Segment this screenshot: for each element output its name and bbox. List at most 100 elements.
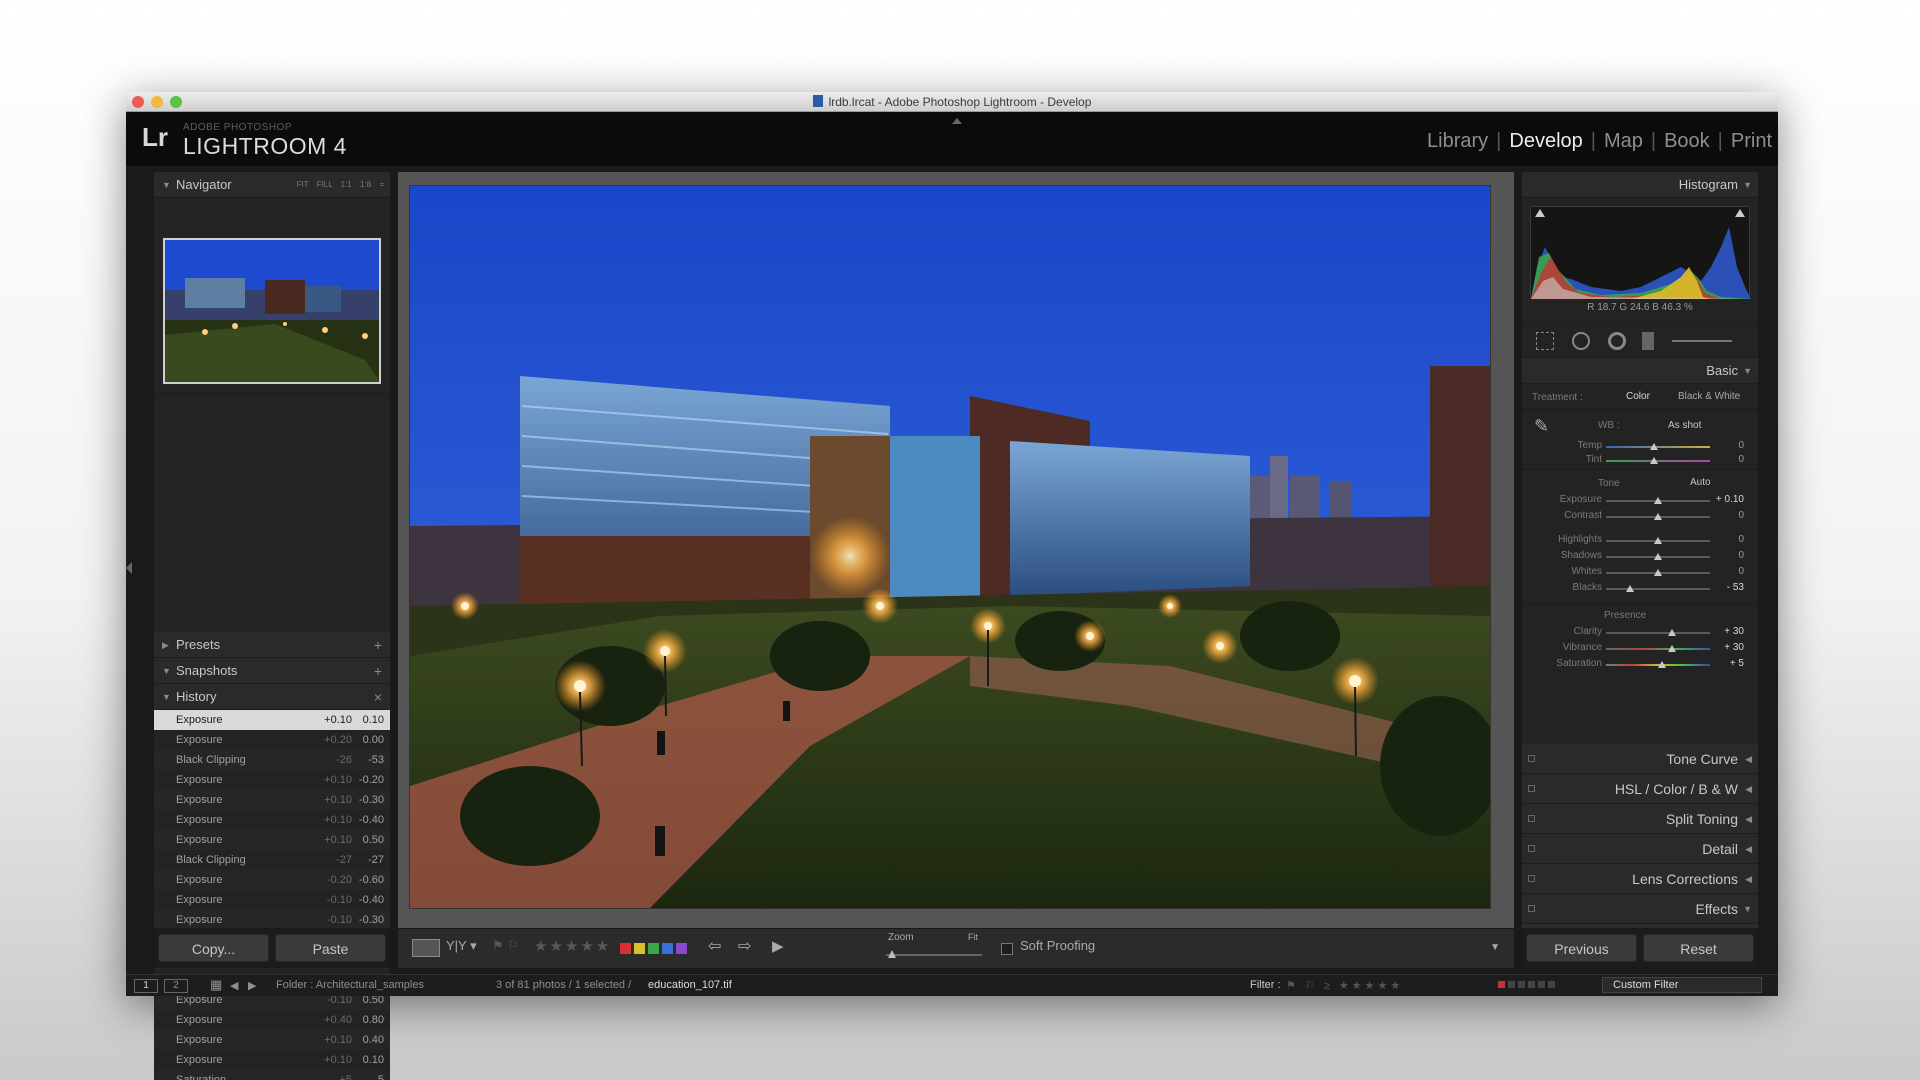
- history-step[interactable]: Exposure +0.10 -0.20: [154, 770, 390, 790]
- collapse-left-panel-icon[interactable]: [126, 562, 132, 574]
- shadow-clipping-indicator[interactable]: [1535, 209, 1545, 217]
- clarity-slider-handle[interactable]: [1668, 629, 1676, 636]
- exposure-value[interactable]: + 0.10: [1714, 494, 1744, 505]
- presets-header[interactable]: ▶ Presets +: [154, 632, 390, 658]
- highlights-value[interactable]: 0: [1714, 534, 1744, 545]
- blacks-slider-handle[interactable]: [1626, 585, 1634, 592]
- red-eye-tool-icon[interactable]: [1608, 332, 1626, 350]
- before-after-view-button[interactable]: Y|Y ▾: [446, 938, 477, 954]
- toolbar-menu-icon[interactable]: ▼: [1490, 942, 1500, 953]
- navigator-thumbnail[interactable]: [163, 238, 381, 384]
- loupe-view-button[interactable]: [412, 939, 440, 957]
- history-step[interactable]: Exposure +0.10 -0.30: [154, 790, 390, 810]
- treatment-color-option[interactable]: Color: [1626, 391, 1650, 402]
- contrast-slider-handle[interactable]: [1654, 513, 1662, 520]
- panel-header-4[interactable]: Lens Corrections ◀: [1522, 864, 1758, 894]
- folder-source[interactable]: Folder : Architectural_samples: [276, 979, 424, 991]
- tint-value[interactable]: 0: [1714, 454, 1744, 465]
- highlight-clipping-indicator[interactable]: [1735, 209, 1745, 217]
- panel-toggle-switch[interactable]: [1528, 845, 1535, 852]
- snapshots-header[interactable]: ▼ Snapshots +: [154, 658, 390, 684]
- panel-toggle-switch[interactable]: [1528, 905, 1535, 912]
- history-step[interactable]: Exposure -0.20 -0.60: [154, 870, 390, 890]
- history-step[interactable]: Exposure +0.10 0.50: [154, 830, 390, 850]
- whites-value[interactable]: 0: [1714, 566, 1744, 577]
- collapse-top-panel-icon[interactable]: [952, 118, 962, 124]
- color-label-purple[interactable]: [676, 943, 687, 954]
- tint-slider-handle[interactable]: [1650, 457, 1658, 464]
- temp-slider[interactable]: [1606, 446, 1710, 448]
- wb-eyedropper-icon[interactable]: ✎: [1534, 416, 1549, 437]
- panel-header-5[interactable]: Effects ▼: [1522, 894, 1758, 924]
- paste-settings-button[interactable]: Paste: [275, 934, 386, 962]
- filter-color-labels[interactable]: [1498, 981, 1555, 988]
- flag-icons[interactable]: ⚑ ⚐: [492, 938, 519, 954]
- clear-history-icon[interactable]: ×: [374, 684, 382, 710]
- zoom-slider[interactable]: [886, 954, 982, 956]
- saturation-value[interactable]: + 5: [1714, 658, 1744, 669]
- module-develop[interactable]: Develop: [1509, 130, 1582, 153]
- previous-photo-icon[interactable]: ⇦: [708, 936, 721, 956]
- history-step[interactable]: Exposure +0.10 -0.40: [154, 810, 390, 830]
- panel-toggle-switch[interactable]: [1528, 875, 1535, 882]
- wb-preset-select[interactable]: As shot: [1668, 420, 1701, 431]
- main-photo[interactable]: [410, 186, 1490, 908]
- forward-arrow-icon[interactable]: ▶: [248, 979, 256, 992]
- history-step[interactable]: Exposure +0.10 0.40: [154, 1030, 390, 1050]
- treatment-bw-option[interactable]: Black & White: [1678, 391, 1740, 402]
- module-map[interactable]: Map: [1604, 130, 1643, 153]
- selected-file-name[interactable]: education_107.tif: [648, 979, 732, 991]
- star-rating[interactable]: ★★★★★: [534, 937, 611, 955]
- exposure-slider-handle[interactable]: [1654, 497, 1662, 504]
- history-step[interactable]: Exposure +0.10 0.10: [154, 1050, 390, 1070]
- history-step[interactable]: Exposure -0.10 -0.40: [154, 890, 390, 910]
- vibrance-value[interactable]: + 30: [1714, 642, 1744, 653]
- module-library[interactable]: Library: [1427, 130, 1488, 153]
- temp-slider-handle[interactable]: [1650, 443, 1658, 450]
- spot-removal-tool-icon[interactable]: [1572, 332, 1590, 350]
- panel-toggle-switch[interactable]: [1528, 785, 1535, 792]
- previous-settings-button[interactable]: Previous: [1526, 934, 1637, 962]
- custom-filter-select[interactable]: Custom Filter: [1602, 977, 1762, 993]
- basic-header[interactable]: Basic ▼: [1522, 358, 1758, 384]
- screen-1-button[interactable]: 1: [134, 979, 158, 993]
- panel-header-3[interactable]: Detail ◀: [1522, 834, 1758, 864]
- history-step[interactable]: Exposure +0.20 0.00: [154, 730, 390, 750]
- panel-header-2[interactable]: Split Toning ◀: [1522, 804, 1758, 834]
- panel-header-0[interactable]: Tone Curve ◀: [1522, 744, 1758, 774]
- vibrance-slider-handle[interactable]: [1668, 645, 1676, 652]
- panel-header-1[interactable]: HSL / Color / B & W ◀: [1522, 774, 1758, 804]
- blacks-value[interactable]: - 53: [1714, 582, 1744, 593]
- history-step[interactable]: Exposure +0.40 0.80: [154, 1010, 390, 1030]
- clarity-slider[interactable]: [1606, 632, 1710, 634]
- navigator-zoom-options[interactable]: FIT FILL 1:1 1:8 =: [297, 172, 384, 198]
- module-book[interactable]: Book: [1664, 130, 1710, 153]
- screen-2-button[interactable]: 2: [164, 979, 188, 993]
- add-preset-icon[interactable]: +: [374, 632, 382, 658]
- histogram-graph[interactable]: [1530, 206, 1751, 299]
- tint-slider[interactable]: [1606, 460, 1710, 462]
- color-label-green[interactable]: [648, 943, 659, 954]
- next-photo-icon[interactable]: ⇨: [738, 936, 751, 956]
- contrast-value[interactable]: 0: [1714, 510, 1744, 521]
- vibrance-slider[interactable]: [1606, 648, 1710, 650]
- play-slideshow-icon[interactable]: ▶: [772, 937, 784, 955]
- reset-button[interactable]: Reset: [1643, 934, 1754, 962]
- history-step[interactable]: Saturation +5 5: [154, 1070, 390, 1080]
- zoom-window-button[interactable]: [170, 96, 182, 108]
- module-print[interactable]: Print: [1731, 130, 1772, 153]
- color-label-yellow[interactable]: [634, 943, 645, 954]
- blacks-slider[interactable]: [1606, 588, 1710, 590]
- color-label-red[interactable]: [620, 943, 631, 954]
- clarity-value[interactable]: + 30: [1714, 626, 1744, 637]
- history-header[interactable]: ▼ History ×: [154, 684, 390, 710]
- shadows-value[interactable]: 0: [1714, 550, 1744, 561]
- panel-toggle-switch[interactable]: [1528, 815, 1535, 822]
- saturation-slider-handle[interactable]: [1658, 661, 1666, 668]
- back-arrow-icon[interactable]: ◀: [230, 979, 238, 992]
- histogram-header[interactable]: Histogram ▼: [1522, 172, 1758, 198]
- minimize-window-button[interactable]: [151, 96, 163, 108]
- filter-rating-stars[interactable]: ⚑ ⚐ ≥ ★★★★★: [1286, 979, 1403, 992]
- temp-value[interactable]: 0: [1714, 440, 1744, 451]
- zoom-slider-handle[interactable]: [888, 950, 896, 958]
